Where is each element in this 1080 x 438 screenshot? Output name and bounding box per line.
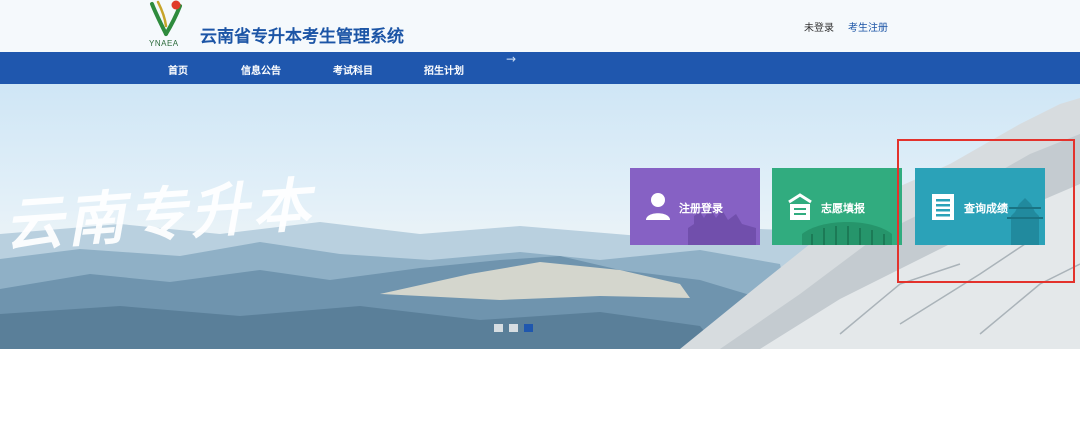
header: YNAEA 云南省专升本考生管理系统 未登录 考生注册 — [0, 0, 1080, 52]
cursor-arrow-icon: → — [506, 52, 517, 66]
page: YNAEA 云南省专升本考生管理系统 未登录 考生注册 首页 信息公告 考试科目… — [0, 0, 1080, 438]
highlight-annotation-box — [897, 139, 1075, 283]
tile-label: 注册登录 — [679, 202, 723, 215]
register-login-tile[interactable]: 注册登录 — [630, 168, 760, 245]
register-link[interactable]: 考生注册 — [848, 19, 888, 34]
main-nav: 首页 信息公告 考试科目 招生计划 → — [0, 52, 1080, 84]
tile-label: 志愿填报 — [821, 202, 865, 215]
carousel-dot-1[interactable] — [494, 324, 503, 332]
carousel-dot-2[interactable] — [509, 324, 518, 332]
login-status: 未登录 — [804, 23, 834, 34]
nav-item-enrollment-plan[interactable]: 招生计划 — [424, 62, 464, 77]
user-icon — [646, 193, 670, 220]
carousel-dot-3-active[interactable] — [524, 324, 533, 332]
nav-item-home[interactable]: 首页 — [168, 62, 188, 77]
site-title: 云南省专升本考生管理系统 — [200, 27, 404, 47]
nav-item-announcements[interactable]: 信息公告 — [241, 62, 281, 77]
application-fill-tile[interactable]: 志愿填报 — [772, 168, 902, 245]
form-submit-icon — [788, 193, 812, 220]
nav-item-exam-subjects[interactable]: 考试科目 — [333, 62, 373, 77]
logo-text: YNAEA — [149, 39, 179, 48]
